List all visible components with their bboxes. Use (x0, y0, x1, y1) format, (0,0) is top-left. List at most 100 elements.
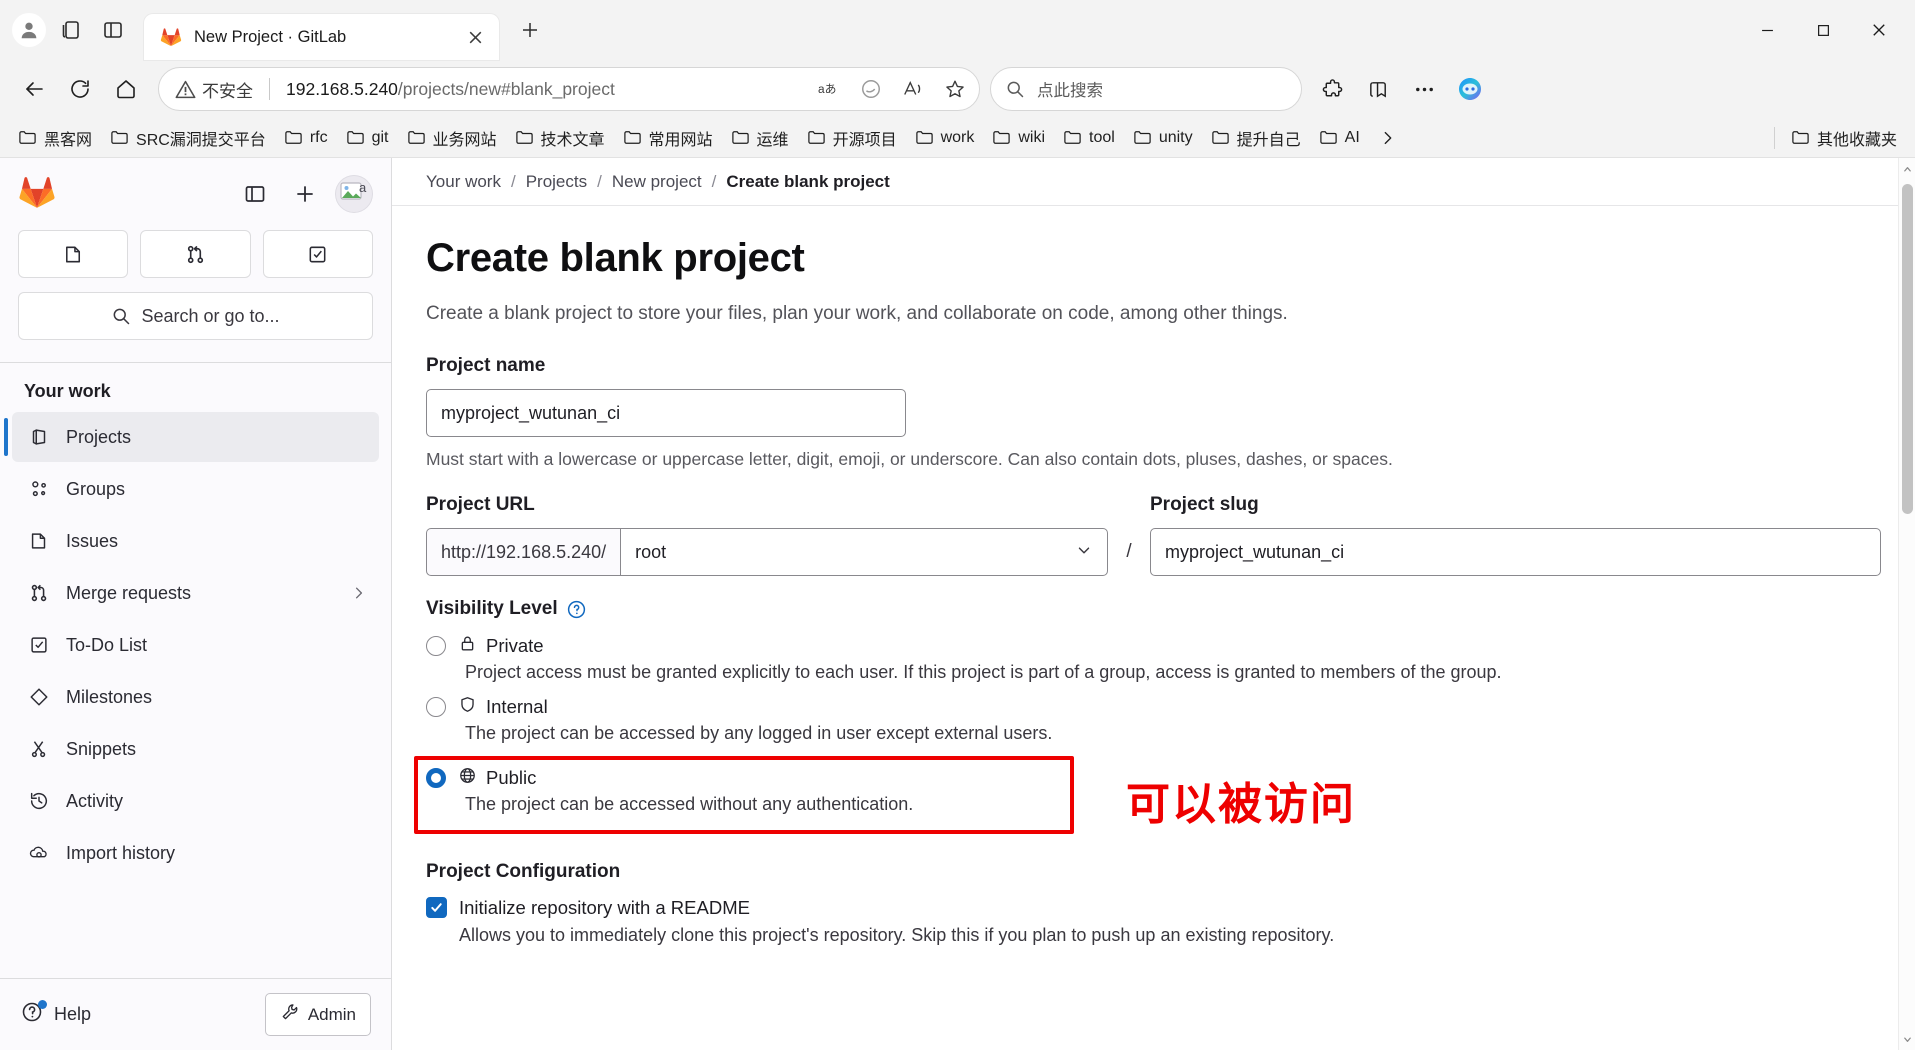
toggle-sidebar-icon[interactable] (235, 174, 275, 214)
bookmark-item[interactable]: 提升自己 (1203, 121, 1309, 155)
sidebar-item-label: Snippets (66, 738, 137, 759)
minimize-button[interactable] (1739, 8, 1795, 52)
profile-icon[interactable] (8, 9, 50, 51)
sidebar-footer: Help Admin (0, 978, 391, 1050)
sidebar-item-snippets[interactable]: Snippets (12, 724, 379, 774)
todo-icon[interactable] (262, 230, 373, 278)
navigation-toolbar: 不安全 192.168.5.240/projects/new#blank_pro… (0, 60, 1915, 118)
scroll-up-arrow-icon[interactable] (1899, 158, 1915, 180)
settings-more-icon[interactable] (1402, 67, 1446, 111)
reload-icon[interactable] (58, 67, 102, 111)
svg-text:aあ: aあ (818, 82, 836, 96)
sidebar-item-milestones[interactable]: Milestones (12, 672, 379, 722)
issues-icon[interactable] (18, 230, 129, 278)
question-circle-icon[interactable] (566, 599, 587, 620)
divider (1773, 126, 1775, 149)
project-namespace-value: root (635, 541, 667, 562)
sidebar-item-activity[interactable]: Activity (12, 776, 379, 826)
address-bar[interactable]: 不安全 192.168.5.240/projects/new#blank_pro… (158, 67, 980, 111)
search-placeholder: 点此搜索 (1037, 82, 1103, 100)
copilot-icon[interactable] (853, 71, 889, 107)
maximize-button[interactable] (1795, 8, 1851, 52)
bookmark-item[interactable]: 技术文章 (507, 121, 613, 155)
bookmark-item[interactable]: tool (1055, 123, 1123, 152)
breadcrumb-item-your-work[interactable]: Your work (426, 172, 501, 192)
radio-private[interactable] (426, 636, 446, 656)
radio-public[interactable] (426, 768, 446, 788)
sidebar-item-merge-requests[interactable]: Merge requests (12, 568, 379, 618)
folder-icon (915, 131, 933, 144)
chevron-right-icon[interactable] (351, 585, 367, 601)
sidebar-item-label: Import history (66, 842, 176, 863)
radio-internal[interactable] (426, 697, 446, 717)
visibility-option-internal[interactable]: Internal The project can be accessed by … (426, 695, 1881, 744)
window-controls (1739, 0, 1907, 60)
copilot-sidebar-icon[interactable] (1448, 67, 1492, 111)
bookmark-item[interactable]: unity (1125, 123, 1201, 152)
shield-icon (458, 695, 477, 719)
visibility-private-label: Private (486, 635, 544, 656)
sidebar-item-issues[interactable]: Issues (12, 516, 379, 566)
breadcrumb-item-current: Create blank project (726, 171, 890, 191)
project-url-row: Project URL http://192.168.5.240/ root /… (426, 494, 1881, 576)
sidebar-item-import-history[interactable]: Import history (12, 828, 379, 878)
scrollbar-thumb[interactable] (1902, 184, 1913, 514)
tab-title: New Project · GitLab (194, 27, 347, 46)
bookmark-item[interactable]: SRC漏洞提交平台 (102, 121, 274, 155)
gitlab-icon (160, 26, 182, 48)
read-aloud-icon[interactable] (895, 71, 931, 107)
issues-icon (26, 530, 52, 552)
bookmark-item[interactable]: work (907, 123, 983, 152)
admin-button[interactable]: Admin (264, 993, 371, 1036)
collections-icon[interactable] (50, 9, 92, 51)
collections-icon[interactable] (1356, 67, 1400, 111)
project-configuration-group: Project Configuration Initialize reposit… (426, 861, 1881, 946)
other-bookmarks-folder[interactable]: 其他收藏夹 (1783, 121, 1905, 155)
sidebar-item-groups[interactable]: Groups (12, 464, 379, 514)
bookmark-item[interactable]: AI (1311, 123, 1368, 152)
todo-icon (26, 634, 52, 656)
bookmark-item[interactable]: 开源项目 (799, 121, 905, 155)
readme-checkbox-row[interactable]: Initialize repository with a README (426, 897, 1881, 919)
sidebar-item-todo-list[interactable]: To-Do List (12, 620, 379, 670)
merge-requests-icon[interactable] (140, 230, 251, 278)
toolbar-right-actions (1310, 67, 1492, 111)
bookmark-item[interactable]: 常用网站 (615, 121, 721, 155)
bookmarks-overflow-chevron-icon[interactable] (1374, 124, 1402, 152)
favorite-icon[interactable] (937, 71, 973, 107)
bookmark-item[interactable]: wiki (984, 123, 1053, 152)
home-icon[interactable] (104, 67, 148, 111)
sidebar-item-projects[interactable]: Projects (4, 412, 379, 462)
translate-icon[interactable]: aあ (811, 71, 847, 107)
bookmark-item[interactable]: rfc (276, 123, 336, 152)
back-icon[interactable] (12, 67, 56, 111)
gitlab-logo[interactable] (18, 173, 56, 216)
breadcrumb-item-projects[interactable]: Projects (526, 172, 587, 192)
help-button[interactable]: Help (20, 1000, 91, 1029)
breadcrumb-item-new-project[interactable]: New project (612, 172, 702, 192)
project-name-input[interactable]: myproject_wutunan_ci (426, 389, 906, 437)
visibility-option-private[interactable]: Private Project access must be granted e… (426, 634, 1881, 683)
close-window-button[interactable] (1851, 8, 1907, 52)
activity-icon (26, 790, 52, 812)
bookmark-item[interactable]: 黑客网 (10, 121, 100, 155)
bookmark-item[interactable]: 运维 (723, 121, 797, 155)
project-slug-input[interactable]: myproject_wutunan_ci (1150, 528, 1881, 576)
split-screen-icon[interactable] (92, 9, 134, 51)
browser-tab[interactable]: New Project · GitLab (144, 14, 499, 60)
readme-checkbox[interactable] (426, 897, 447, 918)
close-icon[interactable] (461, 23, 489, 51)
new-tab-button[interactable] (511, 11, 549, 49)
search-input[interactable]: 点此搜索 (990, 67, 1302, 111)
search-icon (1007, 81, 1024, 98)
page-scrollbar[interactable] (1898, 158, 1915, 1050)
bookmark-item[interactable]: git (338, 123, 397, 152)
not-secure-icon (175, 79, 196, 100)
extensions-icon[interactable] (1310, 67, 1354, 111)
scroll-down-arrow-icon[interactable] (1899, 1028, 1915, 1050)
bookmark-item[interactable]: 业务网站 (399, 121, 505, 155)
sidebar-search-input[interactable]: Search or go to... (18, 292, 373, 340)
user-avatar[interactable]: a (335, 175, 373, 213)
project-namespace-select[interactable]: root (620, 528, 1108, 576)
create-new-icon[interactable] (285, 174, 325, 214)
